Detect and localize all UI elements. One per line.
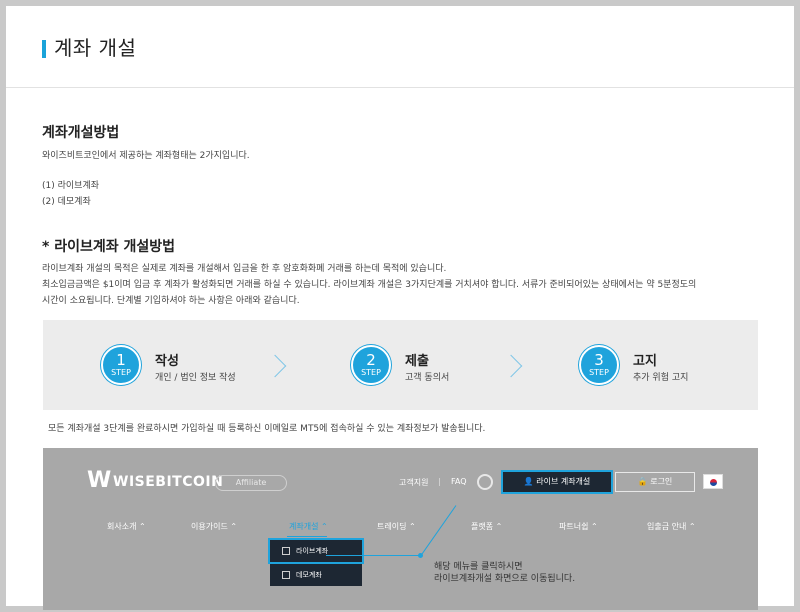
step-3-title: 고지 [633,354,657,369]
section-intro: 와이즈비트코인에서 제공하는 계좌형태는 2가지입니다. [42,151,250,161]
gear-icon[interactable] [477,474,493,490]
faq-link[interactable]: FAQ [451,477,467,486]
after-steps-note: 모든 계좌개설 3단계를 완료하시면 가입하실 때 등록하신 이메일로 MT5에… [48,424,486,434]
section-heading-account-methods: 계좌개설방법 [42,125,120,141]
korea-flag-icon[interactable] [703,474,723,489]
page-frame: 계좌 개설 계좌개설방법 와이즈비트코인에서 제공하는 계좌형태는 2가지입니다… [0,0,800,612]
nav-partnership[interactable]: 파트너쉽 ⌃ [559,521,598,532]
step-2-desc: 고객 동의서 [405,373,450,383]
dropdown-demo-account[interactable]: 데모계좌 [270,564,362,586]
step-1-desc: 개인 / 법인 정보 작성 [155,373,236,383]
step-3-desc: 추가 위험 고지 [633,373,689,383]
nav-account-open[interactable]: 계좌개설 ⌃ [289,521,328,532]
live-account-button[interactable]: 👤 라이브 계좌개설 [501,470,613,494]
steps-panel: 1 STEP 작성 개인 / 법인 정보 작성 2 STEP 제출 고객 동의서… [43,320,758,410]
user-icon: 👤 [523,477,537,486]
wisebitcoin-logo-icon: W [87,468,112,493]
nav-platform[interactable]: 플랫폼 ⌃ [471,521,502,532]
site-screenshot: W WISEBITCOIN Affiliate 고객지원 | FAQ 👤 라이브… [43,448,758,610]
account-dropdown: 라이브계좌 데모계좌 [268,538,364,586]
logo-text: WISEBITCOIN [113,474,224,490]
title-accent-bar [42,40,46,58]
nav-company[interactable]: 회사소개 ⌃ [107,521,146,532]
account-type-live: (1) 라이브계좌 [42,181,100,191]
live-desc-line-1: 라이브계좌 개설의 목적은 실제로 계좌를 개설해서 입금을 한 후 암호화화폐… [42,264,447,274]
callout-dot [418,553,423,558]
chevron-right-icon [263,354,287,378]
page-title: 계좌 개설 [54,36,137,60]
login-button[interactable]: 🔒 로그인 [615,472,695,492]
nav-guide[interactable]: 이용가이드 ⌃ [191,521,237,532]
live-desc-line-3: 시간이 소요됩니다. 단계별 기입하셔야 하는 사항은 아래와 같습니다. [42,296,300,306]
dropdown-live-account[interactable]: 라이브계좌 [268,538,364,564]
live-desc-line-2: 최소입금금액은 $1이며 입금 후 계좌가 활성화되면 거래를 하실 수 있습니… [42,280,697,290]
step-2-badge: 2 STEP [351,345,391,385]
step-2-title: 제출 [405,354,429,369]
affiliate-button[interactable]: Affiliate [215,475,287,491]
callout-line-horizontal [326,555,420,556]
nav-active-underline [287,536,327,537]
document-icon [282,547,290,555]
section-heading-live-account: * 라이브계좌 개설방법 [42,239,175,255]
util-separator: | [438,477,441,486]
step-3-badge: 3 STEP [579,345,619,385]
callout-text: 해당 메뉴를 클릭하시면 라이브계좌개설 화면으로 이동됩니다. [434,562,576,584]
page-header: 계좌 개설 [6,6,794,88]
nav-deposit[interactable]: 입출금 안내 ⌃ [647,521,696,532]
nav-trading[interactable]: 트레이딩 ⌃ [377,521,416,532]
support-link[interactable]: 고객지원 [399,477,428,488]
document-icon [282,571,290,579]
step-1-badge: 1 STEP [101,345,141,385]
step-1-title: 작성 [155,354,179,369]
account-type-demo: (2) 데모계좌 [42,197,91,207]
lock-icon: 🔒 [637,477,651,486]
chevron-right-icon [499,354,523,378]
